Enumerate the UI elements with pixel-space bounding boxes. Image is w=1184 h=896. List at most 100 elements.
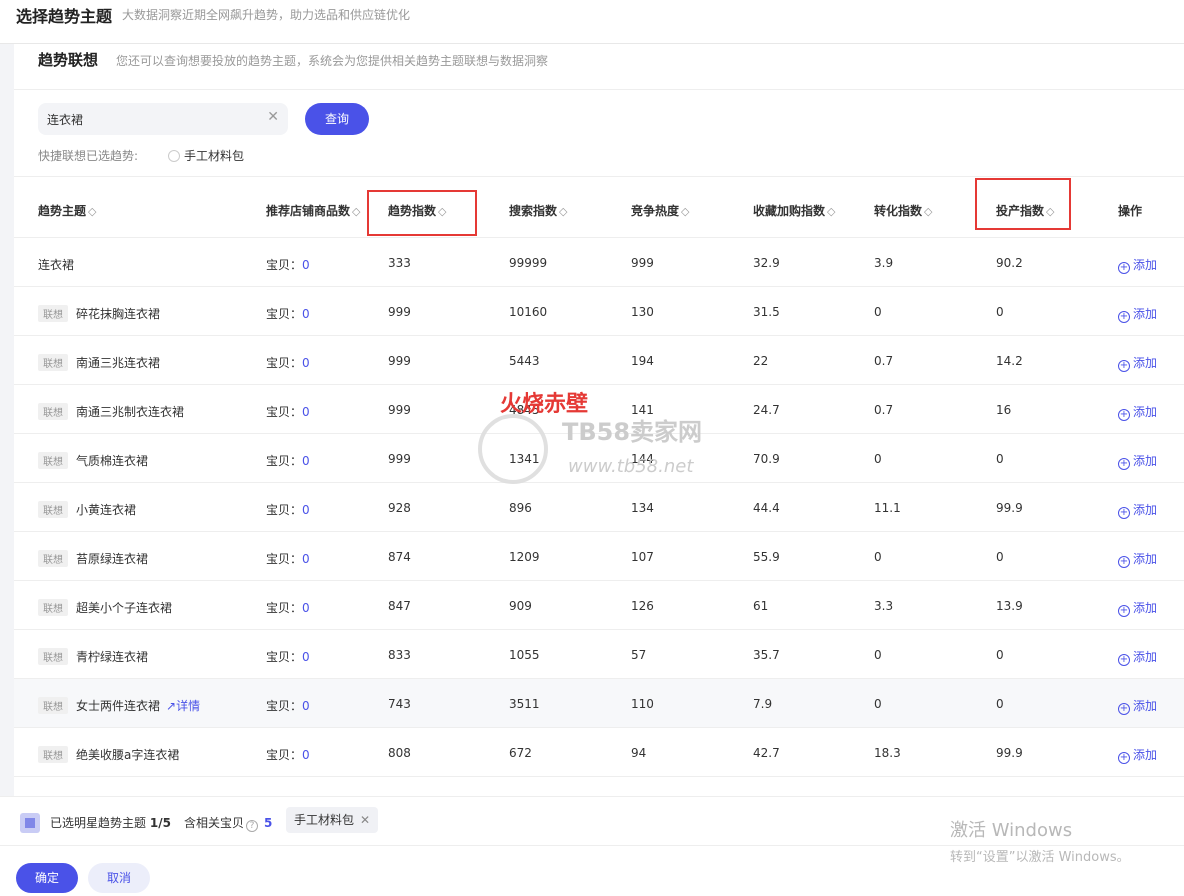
highlight-box-trend <box>367 190 477 236</box>
quick-association-option[interactable]: 手工材料包 <box>168 147 244 164</box>
cube-icon <box>20 813 40 833</box>
topic-cell: 联想 南通三兆连衣裙 <box>38 354 160 371</box>
association-tag: 联想 <box>38 403 68 420</box>
shop-items-count-link[interactable]: 0 <box>302 748 310 762</box>
plus-circle-icon: + <box>1118 360 1130 372</box>
topic-name: 南通三兆连衣裙 <box>76 356 161 370</box>
add-button[interactable]: + 添加 <box>1118 256 1157 274</box>
fav-cell: 70.9 <box>753 452 780 466</box>
detail-link[interactable]: ↗详情 <box>166 699 200 713</box>
roi-cell: 13.9 <box>996 599 1023 613</box>
sort-icon[interactable]: ◇ <box>88 205 96 218</box>
shop-items-count-link[interactable]: 0 <box>302 699 310 713</box>
shop-items-count-link[interactable]: 0 <box>302 356 310 370</box>
topic-cell: 联想 女士两件连衣裙 ↗详情 <box>38 697 200 714</box>
add-button[interactable]: + 添加 <box>1118 697 1157 715</box>
add-button[interactable]: + 添加 <box>1118 403 1157 421</box>
add-button[interactable]: + 添加 <box>1118 599 1157 617</box>
trend-cell: 999 <box>388 452 411 466</box>
add-button[interactable]: + 添加 <box>1118 305 1157 323</box>
roi-cell: 99.9 <box>996 501 1023 515</box>
fav-cell: 42.7 <box>753 746 780 760</box>
col-header-compete[interactable]: 竞争热度 ◇ <box>631 202 689 219</box>
col-header-shop-items[interactable]: 推荐店铺商品数 ◇ <box>266 202 360 219</box>
roi-cell: 99.9 <box>996 746 1023 760</box>
association-tag: 联想 <box>38 550 68 567</box>
col-header-fav[interactable]: 收藏加购指数 ◇ <box>753 202 835 219</box>
shop-items-cell: 宝贝：0 <box>266 650 310 664</box>
search-cell: 99999 <box>509 256 548 270</box>
table-row: 联想 南通三兆连衣裙 宝贝：0 999 5443 194 22 0.7 14.2 + 添加 <box>14 336 1184 385</box>
conversion-cell: 0 <box>874 550 882 564</box>
table-row: 联想 小黄连衣裙 宝贝：0 928 896 134 44.4 11.1 99.9 + 添加 <box>14 483 1184 532</box>
clear-icon[interactable]: ✕ <box>267 109 279 125</box>
trend-cell: 333 <box>388 256 411 270</box>
conversion-cell: 11.1 <box>874 501 901 515</box>
shop-items-cell: 宝贝：0 <box>266 552 310 566</box>
selected-count: 1/5 <box>149 816 171 830</box>
col-header-conversion[interactable]: 转化指数 ◇ <box>874 202 932 219</box>
shop-items-count-link[interactable]: 0 <box>302 405 310 419</box>
table-row: 联想 苔原绿连衣裙 宝贝：0 874 1209 107 55.9 0 0 + 添加 <box>14 532 1184 581</box>
compete-cell: 194 <box>631 354 654 368</box>
topic-cell: 联想 绝美收腰a字连衣裙 <box>38 746 179 763</box>
search-cell: 909 <box>509 599 532 613</box>
roi-cell: 0 <box>996 305 1004 319</box>
shop-items-count-link[interactable]: 0 <box>302 454 310 468</box>
topic-cell: 联想 苔原绿连衣裙 <box>38 550 148 567</box>
remove-tag-icon[interactable]: ✕ <box>360 813 370 827</box>
add-button[interactable]: + 添加 <box>1118 452 1157 470</box>
sort-icon[interactable]: ◇ <box>352 205 360 218</box>
association-tag: 联想 <box>38 354 68 371</box>
shop-items-count-link[interactable]: 0 <box>302 601 310 615</box>
shop-items-count-link[interactable]: 0 <box>302 258 310 272</box>
shop-items-count-link[interactable]: 0 <box>302 503 310 517</box>
add-button[interactable]: + 添加 <box>1118 354 1157 372</box>
topic-cell: 联想 青柠绿连衣裙 <box>38 648 148 665</box>
association-tag: 联想 <box>38 452 68 469</box>
confirm-button[interactable]: 确定 <box>16 863 78 893</box>
table-row: 连衣裙 宝贝：0 333 99999 999 32.9 3.9 90.2 + 添加 <box>14 238 1184 287</box>
table-row: 联想 超美小个子连衣裙 宝贝：0 847 909 126 61 3.3 13.9 + 添加 <box>14 581 1184 630</box>
sort-icon[interactable]: ◇ <box>681 205 689 218</box>
watermark-url: www.tb58.net <box>568 456 694 477</box>
col-header-topic[interactable]: 趋势主题 ◇ <box>38 202 96 219</box>
shop-items-count-link[interactable]: 0 <box>302 650 310 664</box>
shop-items-count-link[interactable]: 0 <box>302 307 310 321</box>
fav-cell: 55.9 <box>753 550 780 564</box>
shop-items-count-link[interactable]: 0 <box>302 552 310 566</box>
topic-cell: 连衣裙 <box>38 256 74 273</box>
topic-name: 碎花抹胸连衣裙 <box>76 307 161 321</box>
search-input[interactable]: 连衣裙 ✕ <box>38 103 288 135</box>
conversion-cell: 3.9 <box>874 256 894 270</box>
plus-circle-icon: + <box>1118 311 1130 323</box>
col-header-search[interactable]: 搜索指数 ◇ <box>509 202 567 219</box>
trend-cell: 874 <box>388 550 411 564</box>
fav-cell: 44.4 <box>753 501 780 515</box>
sort-icon[interactable]: ◇ <box>924 205 932 218</box>
roi-cell: 16 <box>996 403 1012 417</box>
add-button[interactable]: + 添加 <box>1118 501 1157 519</box>
windows-activation-title: 激活 Windows <box>950 820 1073 841</box>
add-button[interactable]: + 添加 <box>1118 550 1157 568</box>
selected-tag-label: 手工材料包 <box>294 813 355 827</box>
page-header: 选择趋势主题 大数据洞察近期全网飙升趋势，助力选品和供应链优化 <box>0 0 1184 44</box>
help-icon[interactable]: ? <box>246 820 259 832</box>
cancel-button[interactable]: 取消 <box>88 863 150 893</box>
roi-cell: 0 <box>996 648 1004 662</box>
radio-icon[interactable] <box>168 149 180 162</box>
shop-items-cell: 宝贝：0 <box>266 405 310 419</box>
topic-name: 连衣裙 <box>38 258 75 272</box>
topic-name: 气质棉连衣裙 <box>76 454 149 468</box>
sort-icon[interactable]: ◇ <box>559 205 567 218</box>
add-button[interactable]: + 添加 <box>1118 648 1157 666</box>
highlight-box-roi <box>975 178 1071 230</box>
table-row: 联想 碎花抹胸连衣裙 宝贝：0 999 10160 130 31.5 0 0 + 添加 <box>14 287 1184 336</box>
topic-name: 超美小个子连衣裙 <box>76 601 173 615</box>
compete-cell: 999 <box>631 256 654 270</box>
add-button[interactable]: + 添加 <box>1118 746 1157 764</box>
col-header-action: 操作 <box>1118 204 1143 218</box>
query-button[interactable]: 查询 <box>305 103 369 135</box>
fav-cell: 61 <box>753 599 769 613</box>
sort-icon[interactable]: ◇ <box>827 205 835 218</box>
